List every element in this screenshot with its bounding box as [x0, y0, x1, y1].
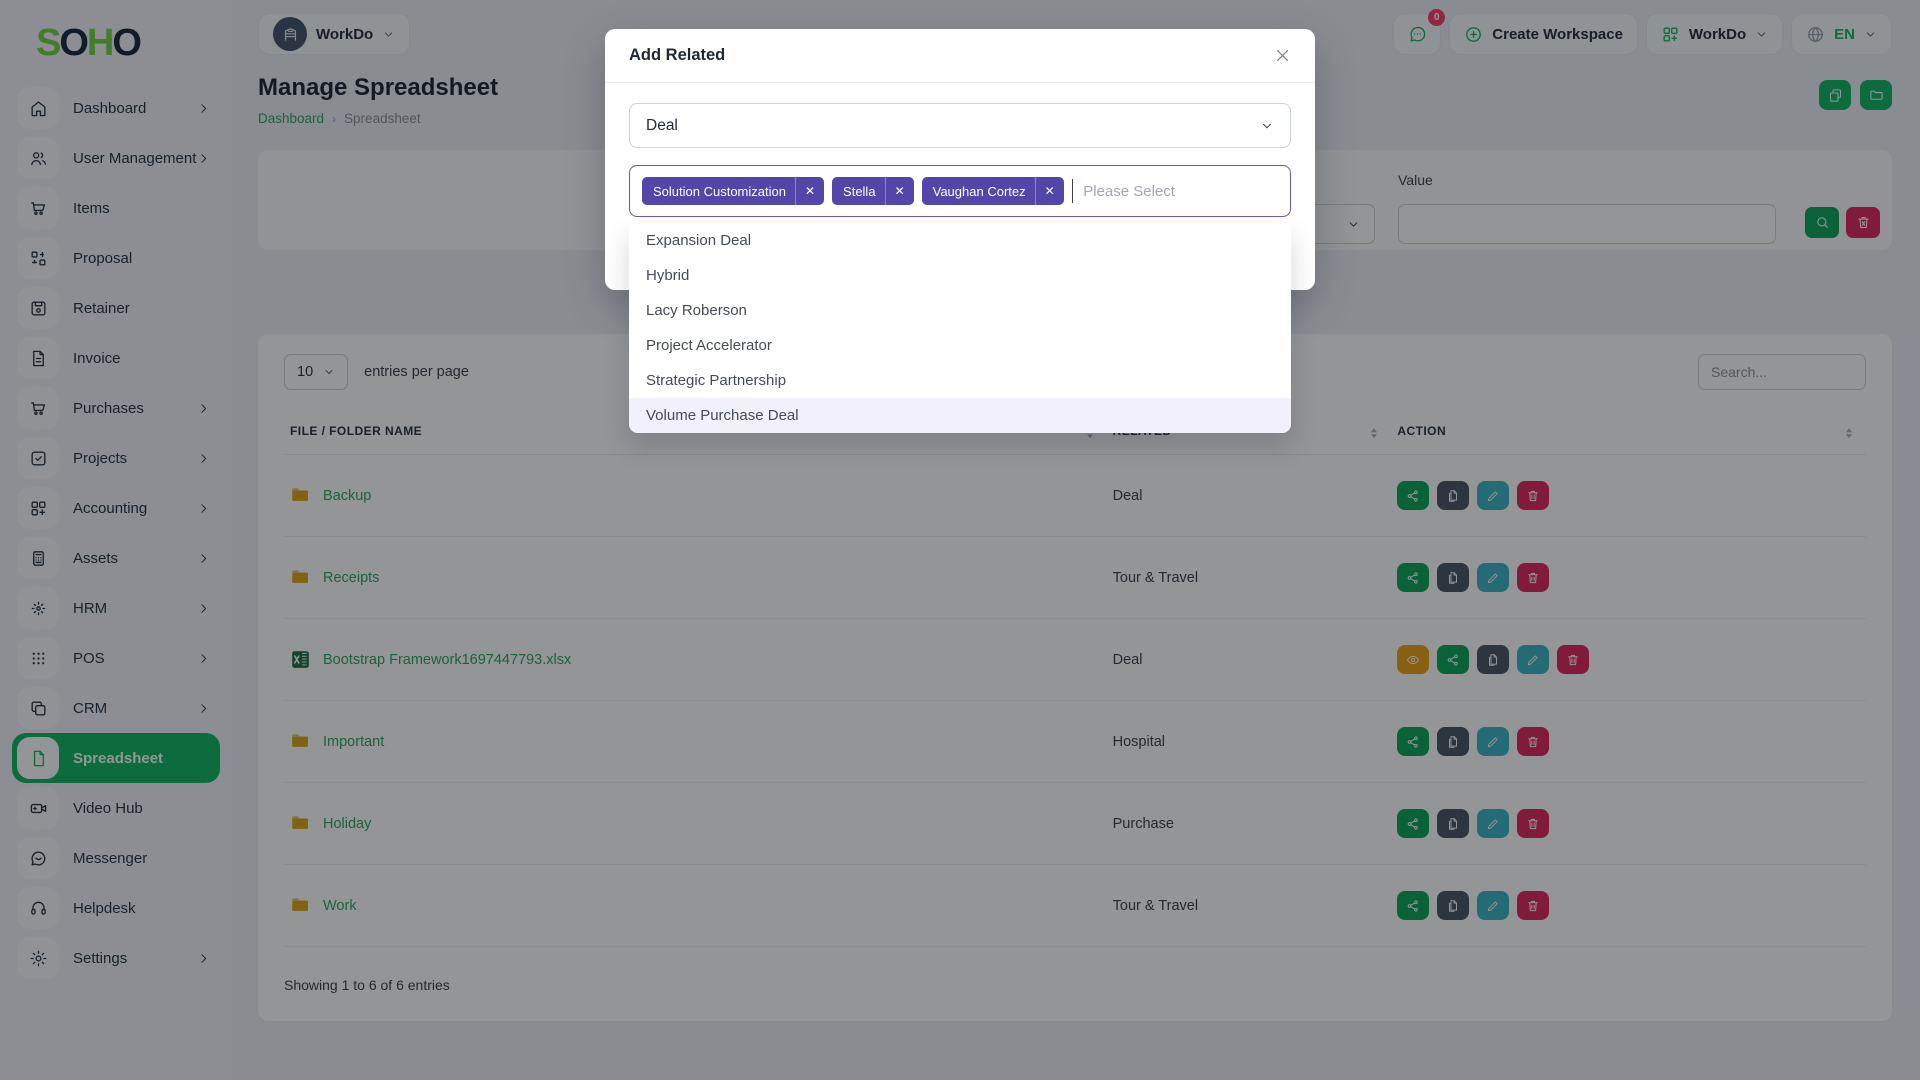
- selected-tag: Solution Customization✕: [642, 177, 824, 205]
- remove-tag-icon[interactable]: ✕: [795, 177, 824, 205]
- dropdown-option-strategic-partnership[interactable]: Strategic Partnership: [629, 363, 1291, 398]
- dropdown-option-hybrid[interactable]: Hybrid: [629, 258, 1291, 293]
- selected-tag: Stella✕: [832, 177, 914, 205]
- dropdown-option-lacy-roberson[interactable]: Lacy Roberson: [629, 293, 1291, 328]
- related-type-select[interactable]: Deal: [629, 103, 1291, 148]
- dropdown-option-expansion-deal[interactable]: Expansion Deal: [629, 223, 1291, 258]
- dropdown-option-project-accelerator[interactable]: Project Accelerator: [629, 328, 1291, 363]
- add-related-modal: Add Related Deal Solution Customization✕…: [605, 29, 1315, 290]
- modal-close-button[interactable]: [1274, 47, 1291, 64]
- close-icon: [1274, 47, 1291, 64]
- multiselect-placeholder: Please Select: [1083, 183, 1175, 200]
- remove-tag-icon[interactable]: ✕: [885, 177, 914, 205]
- text-caret: [1072, 179, 1074, 203]
- related-multiselect-input[interactable]: Solution Customization✕ Stella✕ Vaughan Co…: [629, 165, 1291, 217]
- related-options-dropdown: Expansion DealHybridLacy RobersonProject…: [629, 223, 1291, 433]
- modal-title: Add Related: [629, 46, 725, 65]
- dropdown-option-volume-purchase-deal[interactable]: Volume Purchase Deal: [629, 398, 1291, 433]
- remove-tag-icon[interactable]: ✕: [1035, 177, 1064, 205]
- chevron-down-icon: [1260, 119, 1274, 133]
- selected-tag: Vaughan Cortez✕: [922, 177, 1064, 205]
